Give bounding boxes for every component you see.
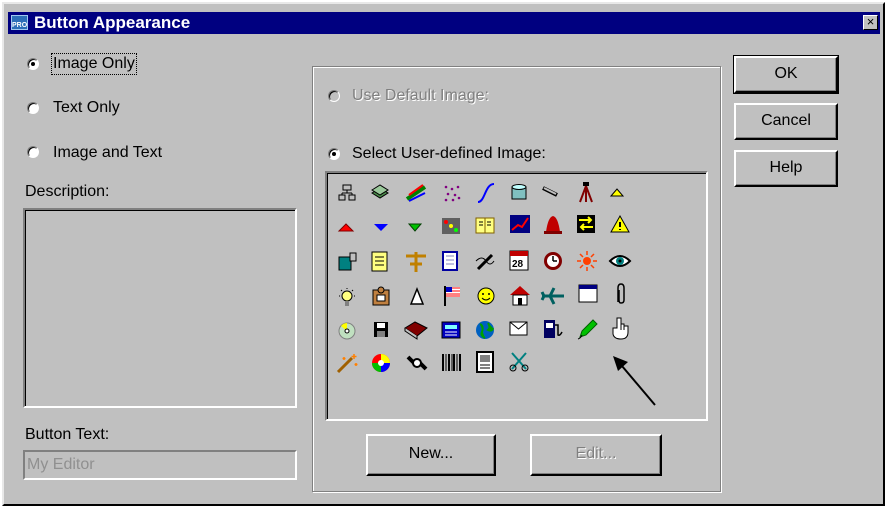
window-icon bbox=[578, 284, 598, 303]
puzzle-icon bbox=[372, 286, 390, 306]
bell-icon bbox=[544, 216, 562, 234]
clock-icon bbox=[544, 252, 562, 270]
cylinder-icon bbox=[511, 184, 527, 200]
close-icon: × bbox=[866, 14, 875, 29]
gas-pump-icon bbox=[544, 320, 563, 338]
description-box[interactable] bbox=[23, 208, 297, 408]
airplane-icon bbox=[540, 287, 564, 305]
light-bulb-icon bbox=[339, 288, 355, 306]
radio-text-only-label[interactable]: Text Only bbox=[53, 99, 120, 117]
button-text-value: My Editor bbox=[27, 456, 95, 473]
radio-image-only[interactable] bbox=[27, 58, 39, 70]
ok-button[interactable]: OK bbox=[733, 55, 839, 94]
radio-use-default-image-label[interactable]: Use Default Image: bbox=[352, 87, 489, 105]
title-bar[interactable]: PRO Button Appearance × bbox=[8, 12, 880, 34]
paint-stroke-icon bbox=[405, 184, 427, 202]
triangle-down-green-icon bbox=[407, 223, 423, 232]
floppy-disk-icon bbox=[374, 322, 388, 337]
radio-image-and-text-label[interactable]: Image and Text bbox=[53, 144, 162, 162]
envelope-icon bbox=[509, 321, 528, 336]
radio-image-and-text[interactable] bbox=[27, 146, 39, 158]
dialog-client: Image Only Text Only Image and Text Desc… bbox=[8, 36, 880, 504]
pen-script-icon bbox=[475, 253, 495, 271]
hand-pointer-icon bbox=[612, 317, 629, 340]
triangle-red-icon bbox=[337, 223, 355, 232]
triangle-up-small-icon bbox=[609, 188, 625, 197]
radio-image-only-label[interactable]: Image Only bbox=[51, 53, 137, 75]
notepad-icon bbox=[371, 251, 388, 272]
paperclip-icon bbox=[617, 283, 625, 304]
radio-user-defined-image-label[interactable]: Select User-defined Image: bbox=[352, 145, 546, 163]
satellite-icon bbox=[406, 355, 428, 371]
sun-icon bbox=[577, 251, 597, 271]
new-button-label: New... bbox=[408, 445, 454, 462]
radio-user-defined-image[interactable] bbox=[328, 148, 340, 160]
magic-wand-icon bbox=[336, 354, 358, 374]
eye-icon bbox=[608, 255, 632, 267]
traffic-signal-icon bbox=[442, 218, 460, 234]
line-graph-icon bbox=[510, 215, 530, 233]
triangle-down-blue-icon bbox=[374, 224, 388, 231]
svg-text:28: 28 bbox=[512, 259, 524, 270]
hazard-sign-icon bbox=[577, 215, 595, 233]
dots-icon bbox=[444, 185, 461, 202]
camera-icon bbox=[338, 252, 357, 271]
curve-icon bbox=[477, 183, 495, 203]
icon-grid-canvas: 28 bbox=[336, 182, 632, 374]
calculator-icon bbox=[441, 321, 461, 339]
layers-icon bbox=[371, 184, 389, 199]
barcode-icon bbox=[442, 354, 461, 371]
cancel-button-label: Cancel bbox=[761, 112, 811, 129]
close-button[interactable]: × bbox=[863, 15, 878, 30]
pencil-icon bbox=[577, 319, 598, 340]
radio-use-default-image[interactable] bbox=[328, 90, 340, 102]
window-title: Button Appearance bbox=[34, 13, 191, 32]
smiley-icon bbox=[477, 287, 495, 305]
table-icon bbox=[442, 251, 458, 271]
house-icon bbox=[510, 286, 530, 306]
network-icon bbox=[338, 184, 356, 201]
radio-text-only[interactable] bbox=[27, 102, 39, 114]
globe-icon bbox=[476, 321, 494, 339]
button-text-label: Button Text: bbox=[25, 426, 110, 443]
help-button[interactable]: Help bbox=[734, 150, 838, 187]
warning-icon bbox=[610, 214, 630, 233]
cone-icon bbox=[409, 286, 425, 305]
app-icon: PRO bbox=[11, 15, 28, 30]
help-button-label: Help bbox=[769, 159, 803, 176]
flag-icon bbox=[444, 286, 460, 306]
edit-button-label: Edit... bbox=[575, 445, 617, 462]
new-button[interactable]: New... bbox=[366, 434, 496, 476]
survey-tripod-icon bbox=[579, 182, 593, 203]
icon-grid[interactable]: 28 bbox=[325, 171, 708, 421]
book-closed-icon bbox=[404, 321, 428, 340]
ok-button-label: OK bbox=[774, 65, 798, 82]
button-text-field[interactable]: My Editor bbox=[23, 450, 297, 480]
ruler-icon bbox=[406, 252, 426, 272]
compact-disc-icon bbox=[338, 322, 356, 340]
cancel-button[interactable]: Cancel bbox=[734, 103, 838, 140]
color-wheel-icon bbox=[372, 354, 390, 372]
edit-button[interactable]: Edit... bbox=[530, 434, 662, 476]
description-label: Description: bbox=[25, 183, 110, 200]
magnifier-tool-icon bbox=[542, 186, 558, 197]
book-icon bbox=[475, 217, 495, 234]
scissors-icon bbox=[509, 352, 529, 372]
document-icon bbox=[476, 351, 494, 373]
calendar-icon: 28 bbox=[509, 250, 529, 271]
